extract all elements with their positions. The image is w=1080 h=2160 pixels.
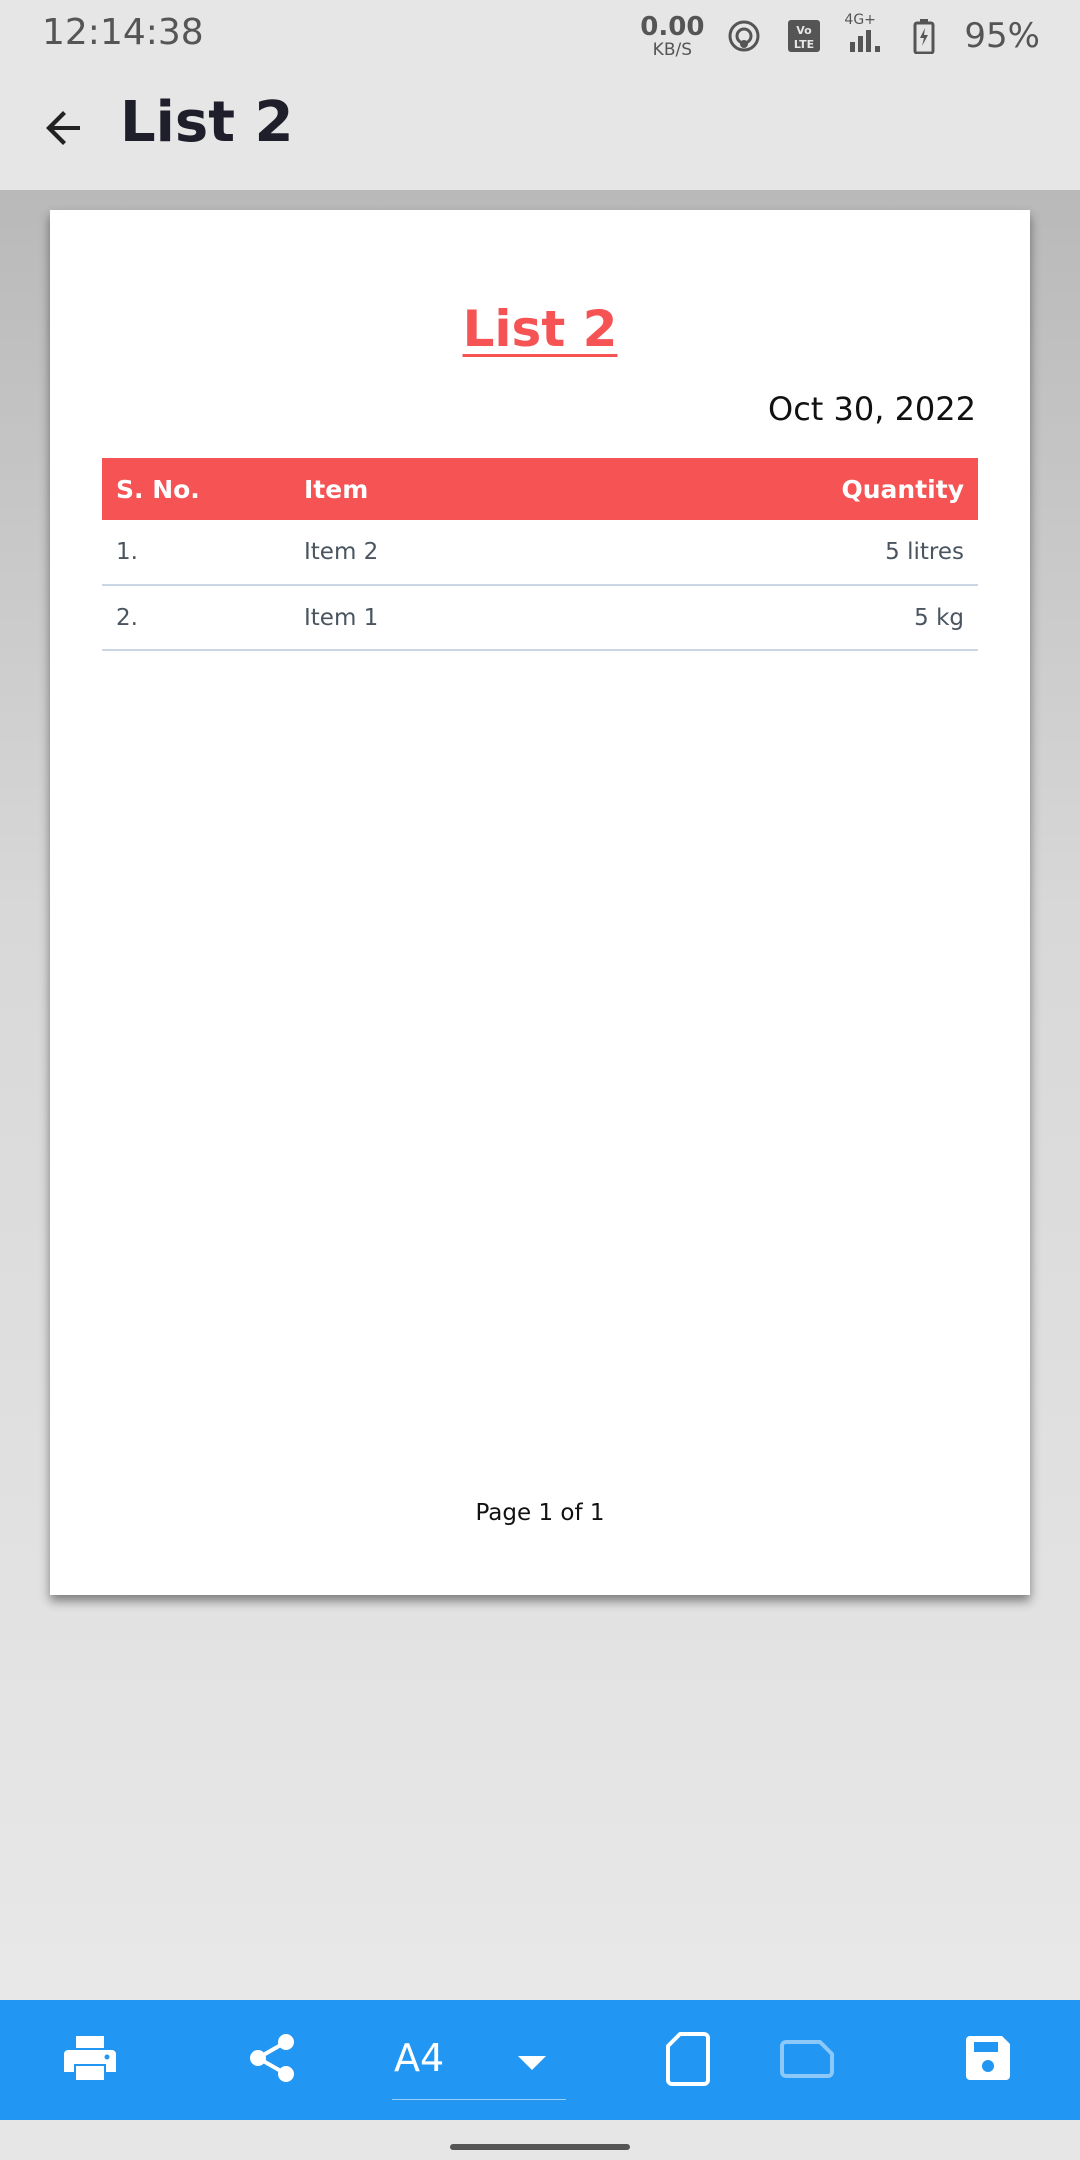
- document-date: Oct 30, 2022: [768, 390, 976, 428]
- status-time: 12:14:38: [42, 12, 204, 53]
- bottom-toolbar: A4: [0, 2000, 1080, 2120]
- hotspot-icon: [724, 16, 764, 56]
- page-size-value: A4: [394, 2036, 445, 2080]
- landscape-orientation-icon: [780, 2034, 836, 2086]
- volte-icon: Vo LTE: [784, 16, 824, 56]
- cell-sno: 2.: [116, 604, 138, 631]
- page-title: List 2: [120, 90, 294, 155]
- status-indicators: 0.00 KB/S Vo LTE 4G+ 95%: [640, 8, 1040, 64]
- page-size-dropdown[interactable]: A4: [392, 2020, 566, 2100]
- share-icon: [246, 2032, 298, 2088]
- cell-item: Item 1: [304, 604, 379, 631]
- portrait-orientation-button[interactable]: [652, 2024, 724, 2096]
- dropdown-caret-icon: [512, 2050, 552, 2074]
- cell-item: Item 2: [304, 539, 379, 565]
- column-header-quantity: Quantity: [841, 474, 965, 504]
- document-page: List 2 Oct 30, 2022 S. No. Item Quantity…: [50, 210, 1030, 1595]
- print-button[interactable]: [54, 2024, 126, 2096]
- cell-quantity: 5 litres: [885, 539, 964, 565]
- battery-icon: [904, 16, 944, 56]
- page-number: Page 1 of 1: [475, 1500, 605, 1526]
- cell-sno: 1.: [116, 539, 138, 565]
- items-table: S. No. Item Quantity 1. Item 2 5 litres …: [102, 458, 978, 651]
- save-icon: [962, 2032, 1014, 2088]
- column-header-sno: S. No.: [116, 474, 200, 504]
- status-bar: 12:14:38 0.00 KB/S Vo LTE 4G+ 95%: [0, 0, 1080, 70]
- app-bar: List 2: [0, 70, 1080, 190]
- table-row: 2. Item 1 5 kg: [102, 585, 978, 650]
- back-button[interactable]: [28, 94, 100, 166]
- net-speed-value: 0.00: [640, 11, 705, 42]
- portrait-orientation-icon: [664, 2030, 712, 2090]
- print-icon: [62, 2030, 118, 2090]
- signal-icon: 4G+: [844, 12, 884, 56]
- pdf-preview-area[interactable]: List 2 Oct 30, 2022 S. No. Item Quantity…: [0, 190, 1080, 2000]
- arrow-back-icon: [40, 104, 88, 156]
- system-nav-bar: [0, 2120, 1080, 2160]
- cell-quantity: 5 kg: [914, 604, 964, 631]
- save-button[interactable]: [952, 2024, 1024, 2096]
- share-button[interactable]: [236, 2024, 308, 2096]
- svg-text:Vo: Vo: [797, 24, 813, 37]
- landscape-orientation-button[interactable]: [772, 2024, 844, 2096]
- table-row: 1. Item 2 5 litres: [102, 520, 978, 585]
- battery-level: 95%: [964, 16, 1040, 56]
- table-header-row: S. No. Item Quantity: [102, 458, 978, 520]
- network-label: 4G+: [844, 12, 876, 28]
- net-speed: 0.00 KB/S: [640, 14, 704, 59]
- svg-text:LTE: LTE: [794, 38, 814, 51]
- home-indicator[interactable]: [450, 2144, 630, 2150]
- net-speed-unit: KB/S: [652, 39, 693, 60]
- column-header-item: Item: [304, 474, 369, 504]
- document-title: List 2: [462, 300, 618, 358]
